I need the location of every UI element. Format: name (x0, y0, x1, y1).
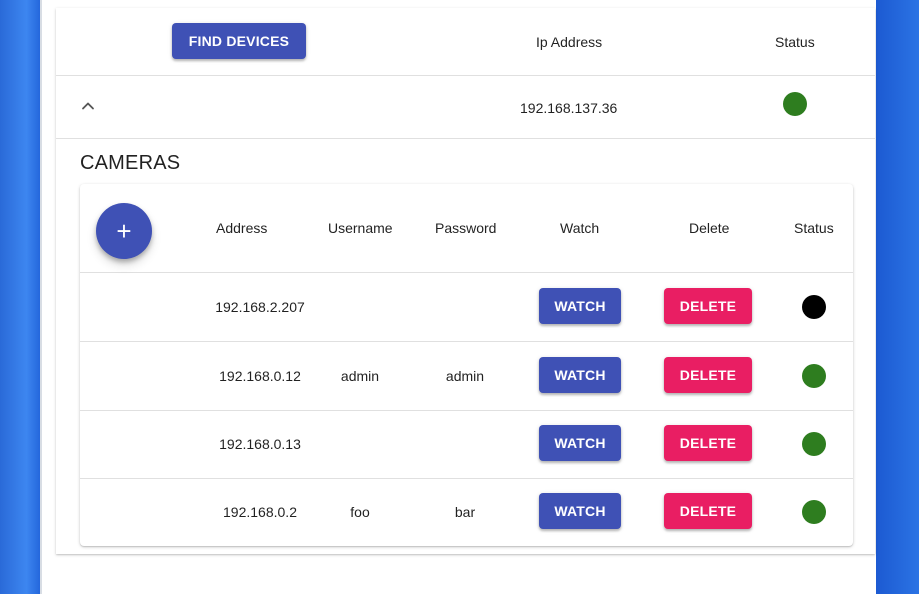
camera-password: admin (445, 368, 485, 384)
cameras-title: CAMERAS (80, 152, 181, 174)
camera-address: 192.168.0.12 (219, 368, 301, 384)
plus-icon: + (116, 215, 132, 246)
ip-address-header: Ip Address (536, 34, 603, 50)
status-header: Status (775, 34, 815, 50)
desktop-background-right (876, 0, 919, 594)
add-camera-button[interactable]: + (96, 203, 152, 259)
watch-button[interactable]: WATCH (539, 357, 621, 393)
watch-button[interactable]: WATCH (539, 493, 621, 529)
delete-button[interactable]: DELETE (664, 425, 752, 461)
column-header-password: Password (435, 220, 497, 236)
chevron-up-icon[interactable] (78, 96, 98, 116)
find-devices-button[interactable]: FIND DEVICES (172, 23, 306, 59)
delete-button[interactable]: DELETE (664, 288, 752, 324)
camera-status-indicator (802, 500, 826, 524)
devices-card: FIND DEVICES Ip Address Status 192.168.1… (56, 8, 875, 554)
devices-header-row: FIND DEVICES Ip Address Status (56, 8, 875, 76)
watch-button[interactable]: WATCH (539, 288, 621, 324)
camera-address: 192.168.2.207 (215, 299, 305, 315)
camera-address: 192.168.0.13 (219, 436, 301, 452)
delete-button[interactable]: DELETE (664, 357, 752, 393)
camera-address: 192.168.0.2 (223, 504, 297, 520)
desktop-background-left (0, 0, 44, 594)
device-status-indicator (783, 92, 807, 116)
column-header-username: Username (328, 220, 393, 236)
watch-button[interactable]: WATCH (539, 425, 621, 461)
table-row: 192.168.0.12 admin admin WATCH DELETE (80, 342, 853, 411)
device-row: 192.168.137.36 (56, 76, 875, 139)
table-row: 192.168.2.207 WATCH DELETE (80, 273, 853, 342)
camera-status-indicator (802, 364, 826, 388)
device-ip: 192.168.137.36 (520, 100, 618, 116)
column-header-address: Address (216, 220, 268, 236)
column-header-watch: Watch (560, 220, 600, 236)
column-header-delete: Delete (689, 220, 730, 236)
camera-username: foo (350, 504, 370, 520)
camera-status-indicator (802, 432, 826, 456)
camera-password: bar (454, 504, 476, 520)
delete-button[interactable]: DELETE (664, 493, 752, 529)
table-row: 192.168.0.13 WATCH DELETE (80, 410, 853, 479)
cameras-table: + Address Username Password Watch Delete… (80, 184, 853, 546)
table-row: 192.168.0.2 foo bar WATCH DELETE (80, 478, 853, 546)
camera-status-indicator (802, 295, 826, 319)
column-header-status: Status (794, 220, 834, 236)
app-window: FIND DEVICES Ip Address Status 192.168.1… (40, 0, 876, 594)
camera-username: admin (340, 368, 380, 384)
cameras-table-header: + Address Username Password Watch Delete… (80, 184, 853, 273)
